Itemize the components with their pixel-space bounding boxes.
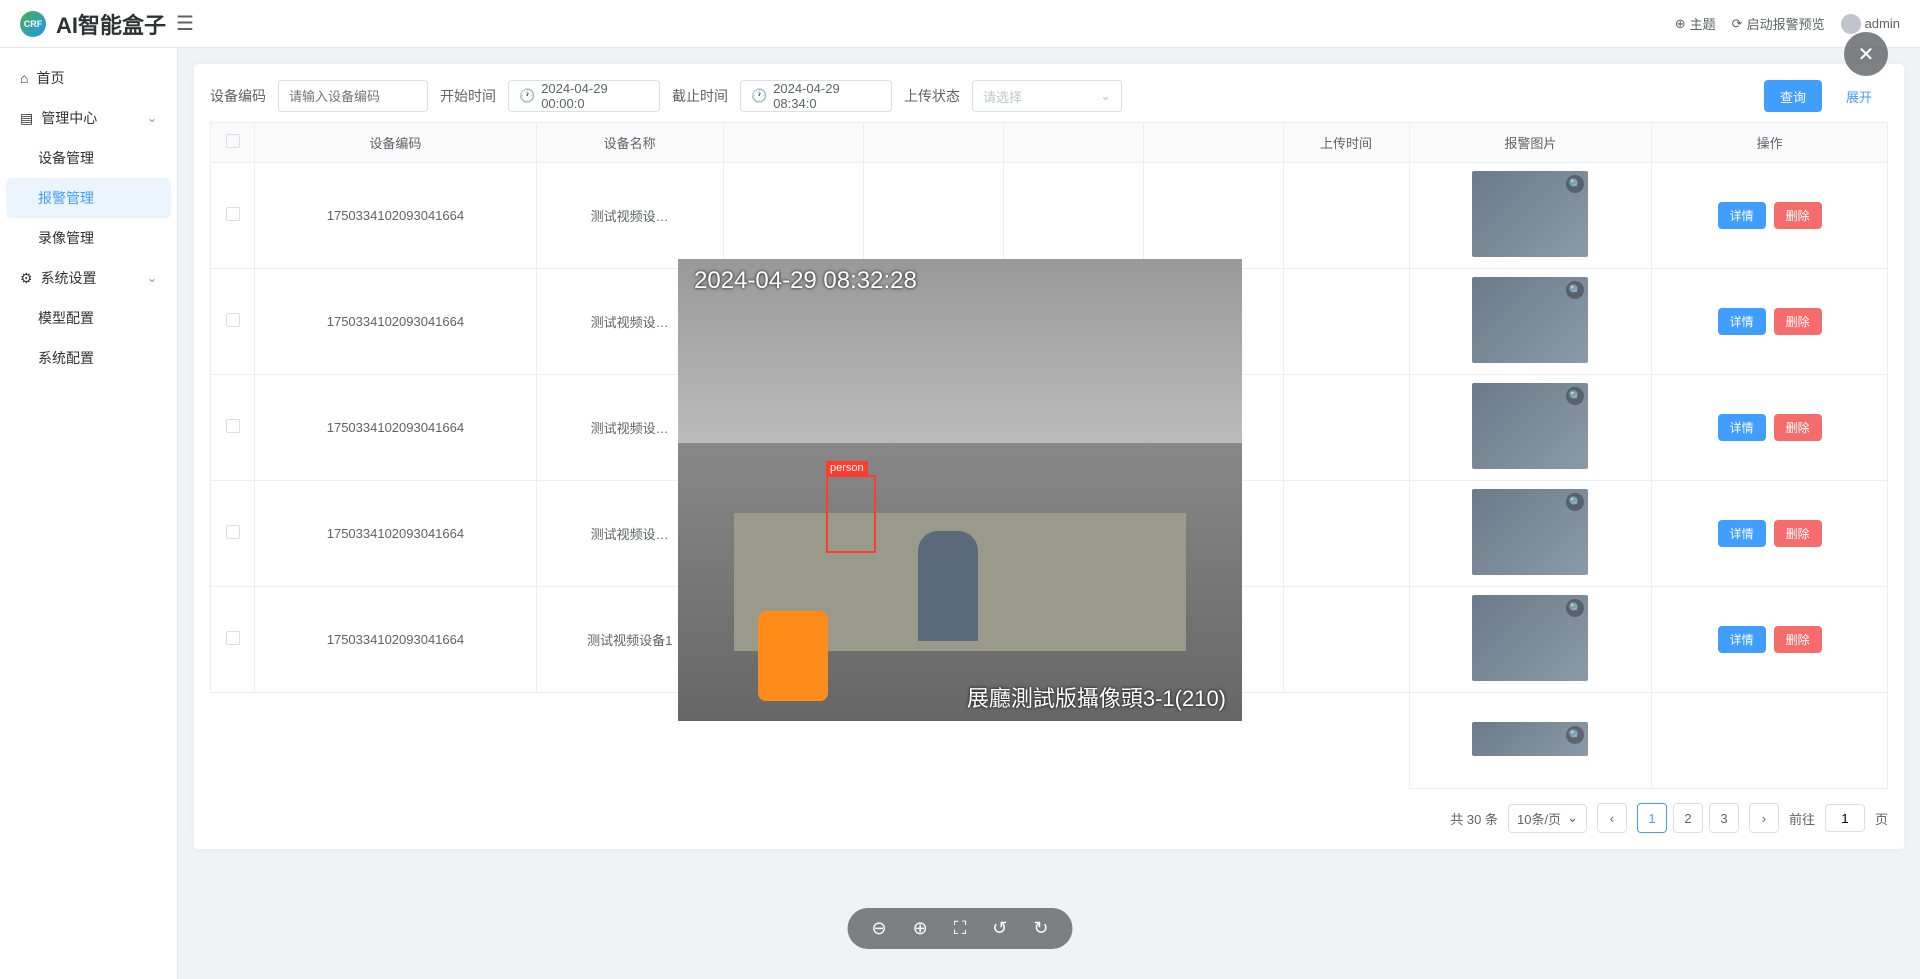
zoom-in-icon[interactable]: ⊕ bbox=[913, 918, 928, 939]
detection-box bbox=[826, 475, 876, 553]
fullscreen-icon[interactable]: ⛶ bbox=[954, 918, 967, 939]
viewer-toolbar: ⊖ ⊕ ⛶ ↺ ↻ bbox=[848, 908, 1073, 949]
viewer-watermark: 展廳測試版攝像頭3-1(210) bbox=[967, 681, 1226, 713]
zoom-out-icon[interactable]: ⊖ bbox=[872, 918, 887, 939]
image-viewer-overlay: 2024-04-29 08:32:28 展廳測試版攝像頭3-1(210) bbox=[0, 0, 1920, 979]
viewer-timestamp: 2024-04-29 08:32:28 bbox=[694, 267, 917, 295]
rotate-right-icon[interactable]: ↻ bbox=[1033, 918, 1048, 939]
rotate-left-icon[interactable]: ↺ bbox=[992, 918, 1007, 939]
viewer-image[interactable]: 2024-04-29 08:32:28 展廳測試版攝像頭3-1(210) bbox=[678, 259, 1242, 721]
viewer-close-button[interactable]: ✕ bbox=[1844, 32, 1888, 76]
